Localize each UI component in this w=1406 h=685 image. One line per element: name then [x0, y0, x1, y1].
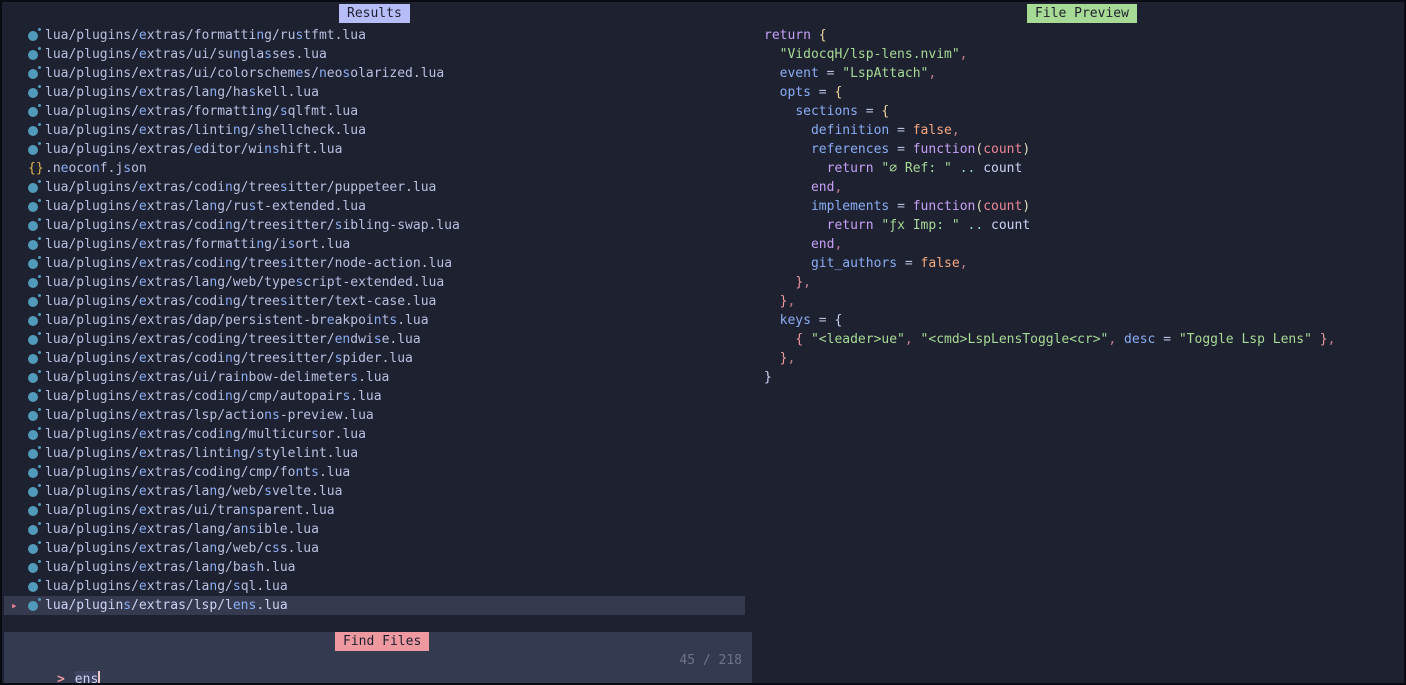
lua-file-icon — [28, 313, 41, 326]
lua-file-icon — [28, 541, 41, 554]
result-row[interactable]: lua/plugins/extras/coding/multicursor.lu… — [4, 425, 745, 444]
json-file-icon: {} — [28, 159, 41, 178]
prompt-chevron-icon: > — [57, 672, 65, 685]
lua-file-icon — [28, 332, 41, 345]
result-row[interactable]: lua/plugins/extras/coding/treesitter/nod… — [4, 254, 745, 273]
result-row[interactable]: lua/plugins/extras/coding/treesitter/pup… — [4, 178, 745, 197]
lua-file-icon — [28, 370, 41, 383]
result-row[interactable]: lua/plugins/extras/ui/sunglasses.lua — [4, 45, 745, 64]
lua-file-icon — [28, 218, 41, 231]
result-row[interactable]: lua/plugins/extras/formatting/rustfmt.lu… — [4, 26, 745, 45]
selection-caret-icon: ▸ — [11, 596, 18, 615]
result-row[interactable]: lua/plugins/extras/linting/shellcheck.lu… — [4, 121, 745, 140]
result-row[interactable]: lua/plugins/extras/lang/haskell.lua — [4, 83, 745, 102]
results-list: lua/plugins/extras/formatting/rustfmt.lu… — [4, 26, 745, 615]
result-row[interactable]: lua/plugins/extras/coding/cmp/autopairs.… — [4, 387, 745, 406]
prompt-title: Find Files — [335, 632, 429, 651]
lua-file-icon — [28, 598, 41, 611]
result-row[interactable]: lua/plugins/extras/lang/sql.lua — [4, 577, 745, 596]
file-preview-title: File Preview — [1027, 4, 1137, 23]
lua-file-icon — [28, 47, 41, 60]
result-row[interactable]: lua/plugins/extras/lang/rust-extended.lu… — [4, 197, 745, 216]
lua-file-icon — [28, 465, 41, 478]
lua-file-icon — [28, 85, 41, 98]
result-row[interactable]: lua/plugins/extras/coding/cmp/fonts.lua — [4, 463, 745, 482]
lua-file-icon — [28, 256, 41, 269]
lua-file-icon — [28, 389, 41, 402]
result-row-selected[interactable]: ▸lua/plugins/extras/lsp/lens.lua — [4, 596, 745, 615]
result-row[interactable]: lua/plugins/extras/coding/treesitter/sib… — [4, 216, 745, 235]
lua-file-icon — [28, 503, 41, 516]
text-cursor-icon — [98, 671, 100, 685]
result-row[interactable]: lua/plugins/extras/coding/treesitter/spi… — [4, 349, 745, 368]
result-row[interactable]: lua/plugins/extras/lang/web/svelte.lua — [4, 482, 745, 501]
lua-file-icon — [28, 28, 41, 41]
lua-file-icon — [28, 180, 41, 193]
result-row[interactable]: lua/plugins/extras/lang/bash.lua — [4, 558, 745, 577]
result-row[interactable]: lua/plugins/extras/formatting/isort.lua — [4, 235, 745, 254]
lua-file-icon — [28, 294, 41, 307]
result-row[interactable]: lua/plugins/extras/ui/rainbow-delimeters… — [4, 368, 745, 387]
lua-file-icon — [28, 446, 41, 459]
result-row[interactable]: lua/plugins/extras/lang/web/css.lua — [4, 539, 745, 558]
result-row[interactable]: lua/plugins/extras/lsp/actions-preview.l… — [4, 406, 745, 425]
lua-file-icon — [28, 104, 41, 117]
lua-file-icon — [28, 484, 41, 497]
prompt-bar: Find Files >ens 45 / 218 — [4, 632, 752, 685]
lua-file-icon — [28, 275, 41, 288]
result-row[interactable]: lua/plugins/extras/linting/stylelint.lua — [4, 444, 745, 463]
lua-file-icon — [28, 427, 41, 440]
lua-file-icon — [28, 579, 41, 592]
result-row[interactable]: {}.neoconf.json — [4, 159, 745, 178]
match-counter: 45 / 218 — [679, 651, 742, 670]
result-row[interactable]: lua/plugins/extras/coding/treesitter/end… — [4, 330, 745, 349]
results-pane-title: Results — [339, 4, 410, 23]
lua-file-icon — [28, 560, 41, 573]
lua-file-icon — [28, 522, 41, 535]
result-row[interactable]: lua/plugins/extras/editor/winshift.lua — [4, 140, 745, 159]
result-row[interactable]: lua/plugins/extras/dap/persistent-breakp… — [4, 311, 745, 330]
lua-file-icon — [28, 408, 41, 421]
result-row[interactable]: lua/plugins/extras/formatting/sqlfmt.lua — [4, 102, 745, 121]
lua-file-icon — [28, 66, 41, 79]
result-row[interactable]: lua/plugins/extras/ui/transparent.lua — [4, 501, 745, 520]
telescope-picker-window: Results lua/plugins/extras/formatting/ru… — [0, 0, 1406, 685]
result-row[interactable]: lua/plugins/extras/coding/treesitter/tex… — [4, 292, 745, 311]
result-row[interactable]: lua/plugins/extras/ui/colorschemes/neoso… — [4, 64, 745, 83]
file-preview-code: return { "VidocqH/lsp-lens.nvim", event … — [764, 26, 1335, 387]
lua-file-icon — [28, 123, 41, 136]
lua-file-icon — [28, 237, 41, 250]
lua-file-icon — [28, 199, 41, 212]
result-row[interactable]: lua/plugins/extras/lang/web/typescript-e… — [4, 273, 745, 292]
lua-file-icon — [28, 142, 41, 155]
search-input[interactable]: ens — [75, 671, 98, 685]
lua-file-icon — [28, 351, 41, 364]
result-row[interactable]: lua/plugins/extras/lang/ansible.lua — [4, 520, 745, 539]
prompt-input-line[interactable]: >ens 45 / 218 — [10, 651, 744, 670]
